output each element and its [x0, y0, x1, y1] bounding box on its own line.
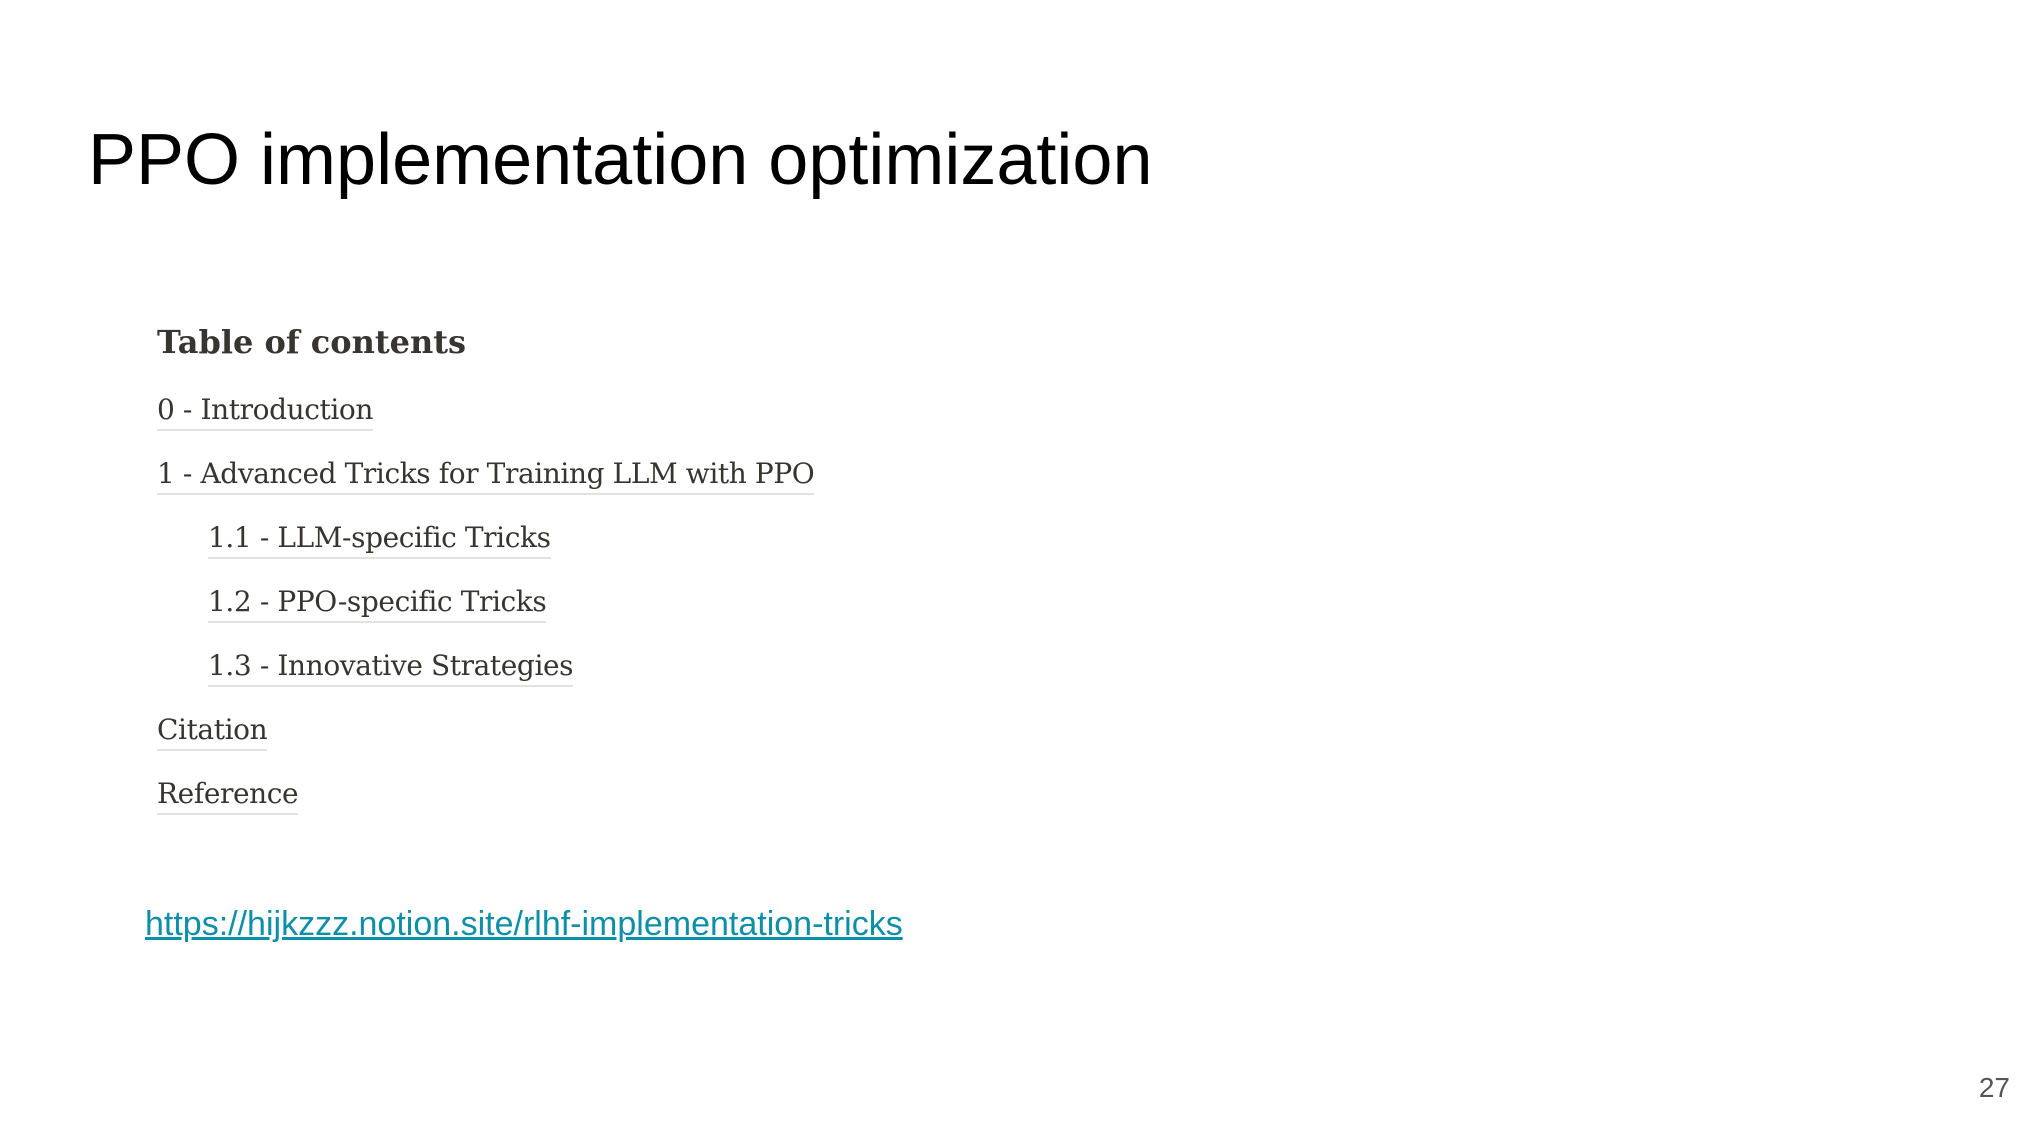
toc-link-ppo-specific-tricks[interactable]: 1.2 - PPO-specific Tricks: [208, 583, 547, 623]
toc-item-llm-specific-tricks: 1.1 - LLM-specific Tricks: [157, 519, 814, 583]
toc-item-reference: Reference: [157, 775, 814, 839]
toc-link-introduction[interactable]: 0 - Introduction: [157, 391, 373, 431]
toc-link-llm-specific-tricks[interactable]: 1.1 - LLM-specific Tricks: [208, 519, 551, 559]
source-url-link[interactable]: https://hijkzzz.notion.site/rlhf-impleme…: [145, 902, 903, 946]
page-number: 27: [1978, 1072, 2010, 1103]
toc-link-innovative-strategies[interactable]: 1.3 - Innovative Strategies: [208, 647, 574, 687]
slide: PPO implementation optimization Table of…: [0, 0, 2042, 1144]
toc-link-citation[interactable]: Citation: [157, 711, 268, 751]
table-of-contents: Table of contents 0 - Introduction 1 - A…: [157, 316, 815, 839]
toc-item-introduction: 0 - Introduction: [157, 391, 814, 455]
toc-link-advanced-tricks[interactable]: 1 - Advanced Tricks for Training LLM wit…: [157, 455, 815, 495]
toc-item-advanced-tricks: 1 - Advanced Tricks for Training LLM wit…: [157, 455, 815, 519]
toc-item-ppo-specific-tricks: 1.2 - PPO-specific Tricks: [157, 583, 814, 647]
toc-link-reference[interactable]: Reference: [157, 775, 299, 815]
toc-item-innovative-strategies: 1.3 - Innovative Strategies: [157, 647, 814, 711]
toc-heading: Table of contents: [157, 323, 467, 361]
slide-title: PPO implementation optimization: [88, 120, 1153, 200]
toc-item-citation: Citation: [157, 711, 814, 775]
